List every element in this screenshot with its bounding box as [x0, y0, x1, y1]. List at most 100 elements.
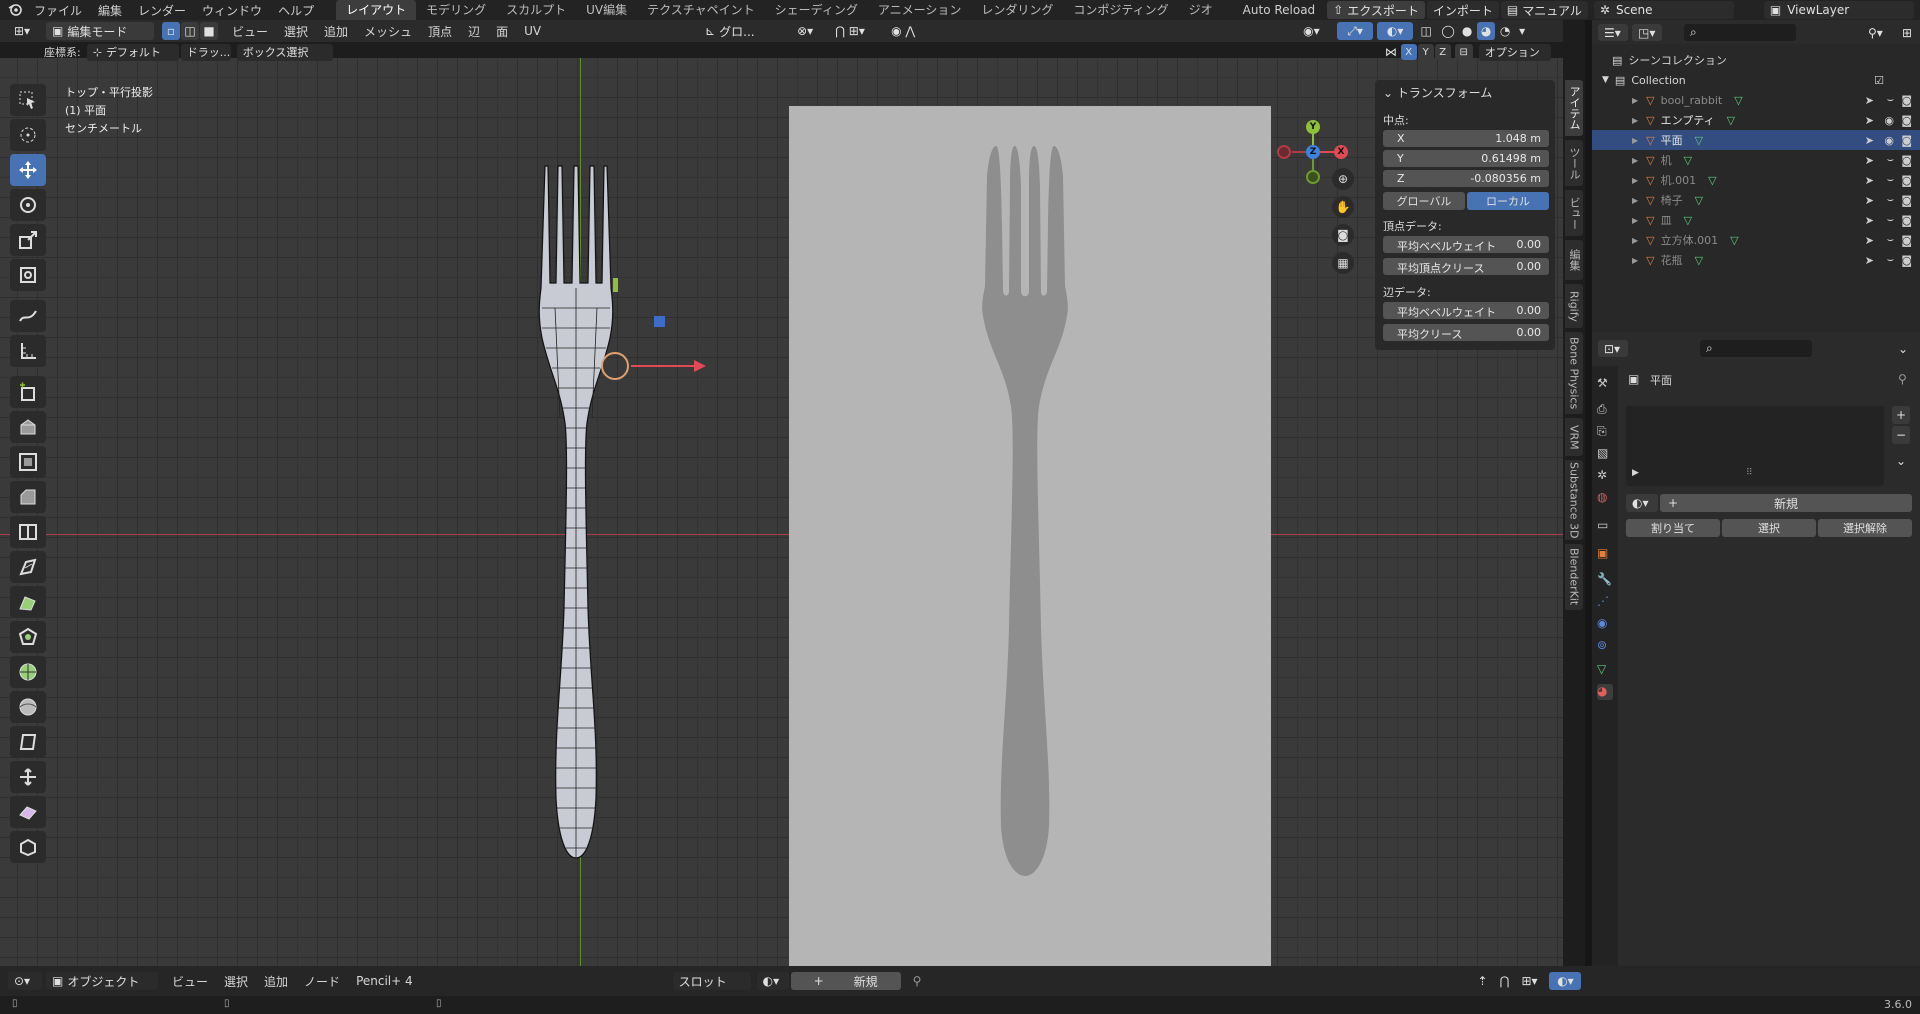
face-select-icon[interactable]: ■	[200, 22, 218, 40]
tab-blenderkit[interactable]: BlenderKit	[1565, 544, 1583, 610]
editor-type-dropdown[interactable]: ⊞▾	[8, 22, 42, 40]
tab-modeling[interactable]: モデリング	[416, 0, 496, 20]
expand-right-icon[interactable]: ▶	[1632, 156, 1638, 165]
snap-target-icon[interactable]: ⊞▾	[1515, 972, 1545, 990]
tab-substance-3d[interactable]: Substance 3D	[1565, 460, 1583, 540]
selectable-arrow-icon[interactable]: ➤	[1865, 254, 1874, 267]
outliner-row[interactable]: ▶ ▽ 皿 ▽ ➤ ⌣ ◙	[1592, 210, 1920, 230]
selectable-arrow-icon[interactable]: ➤	[1865, 134, 1874, 147]
rip-tool-icon[interactable]	[10, 761, 46, 793]
tab-bone-physics[interactable]: Bone Physics	[1565, 332, 1583, 414]
extrude-tool-icon[interactable]	[10, 411, 46, 443]
cursor-tool-icon[interactable]	[10, 119, 46, 151]
box-select-dropdown[interactable]: ボックス選択	[236, 43, 333, 61]
add-box-tool-icon[interactable]	[10, 831, 46, 863]
outliner-row[interactable]: ▶ ▽ 机.001 ▽ ➤ ⌣ ◙	[1592, 170, 1920, 190]
tab-view[interactable]: ビュー	[1565, 190, 1583, 236]
visibility-eye-icon[interactable]: ⌣	[1887, 93, 1894, 107]
median-y-field[interactable]: Y 0.61498 m	[1383, 150, 1549, 167]
y-move-handle[interactable]	[613, 278, 618, 292]
tab-rigify[interactable]: Rigify	[1565, 284, 1583, 328]
visibility-eye-icon[interactable]: ⌣	[1887, 173, 1894, 187]
menu-edge[interactable]: 辺	[460, 23, 488, 40]
edge-select-icon[interactable]: ◫	[181, 22, 199, 40]
area-divider[interactable]	[1585, 20, 1592, 996]
edge-slide-tool-icon[interactable]	[10, 796, 46, 828]
material-tab-icon[interactable]: ◕	[1597, 684, 1613, 700]
deselect-button[interactable]: 選択解除	[1818, 519, 1912, 537]
mirror-butterfly-icon[interactable]: ⋈	[1383, 44, 1399, 60]
transform-pivot-circle[interactable]	[601, 352, 629, 380]
view-layer-selector[interactable]: ▣ ViewLayer	[1763, 1, 1914, 19]
outliner-search-input[interactable]: ⌕	[1684, 24, 1796, 41]
menu-help[interactable]: ヘルプ	[270, 2, 322, 19]
menu-window[interactable]: ウィンドウ	[194, 2, 270, 19]
tab-uv-editing[interactable]: UV編集	[576, 0, 637, 20]
expand-right-icon[interactable]: ▶	[1632, 236, 1638, 245]
scene-collection-row[interactable]: ▤ シーンコレクション	[1592, 50, 1920, 70]
3d-viewport[interactable]: Y Z X ⊕ ✋ ◙ ▦ トップ・平行投影 (1) 平面 センチメートル	[0, 58, 1563, 966]
particles-tab-icon[interactable]: ⋰	[1597, 594, 1613, 610]
add-slot-icon[interactable]: +	[1892, 406, 1910, 424]
shading-options-icon[interactable]: ▾	[1515, 22, 1530, 40]
shrink-fatten-tool-icon[interactable]	[10, 691, 46, 723]
rotate-tool-icon[interactable]	[10, 189, 46, 221]
tab-vrm[interactable]: VRM	[1565, 418, 1583, 456]
collection-row[interactable]: ▼ ▤ Collection ☑	[1592, 70, 1920, 90]
material-slot-list[interactable]: ▶ ⠿	[1626, 406, 1884, 486]
expand-down-icon[interactable]: ▼	[1602, 75, 1609, 85]
x-move-arrow[interactable]	[631, 365, 697, 367]
tab-animation[interactable]: アニメーション	[868, 0, 972, 20]
spin-tool-icon[interactable]	[10, 621, 46, 653]
expand-right-icon[interactable]: ▶	[1632, 116, 1638, 125]
export-button[interactable]: ⇧ エクスポート	[1327, 1, 1425, 19]
render-tab-icon[interactable]: ⎙	[1597, 402, 1613, 418]
move-tool-icon[interactable]	[10, 154, 46, 186]
menu-render[interactable]: レンダー	[130, 2, 194, 19]
xray-toggle-icon[interactable]: ◫	[1417, 22, 1436, 40]
vertex-select-icon[interactable]: ▫	[162, 22, 180, 40]
tab-texture-paint[interactable]: テクスチャペイント	[637, 0, 765, 20]
snap-bottom-icon[interactable]: ⋂	[1493, 972, 1513, 990]
menu-add[interactable]: 追加	[316, 23, 356, 40]
camera-icon[interactable]: ◙	[1332, 224, 1354, 246]
add-cube-tool-icon[interactable]	[10, 376, 46, 408]
proportional-edit-toggle[interactable]: ◉ ⋀	[885, 22, 928, 40]
new-material-button[interactable]: + 新規	[1660, 494, 1912, 512]
bottom-menu-view[interactable]: ビュー	[164, 973, 216, 990]
material-shading-icon[interactable]: ◕	[1477, 22, 1496, 40]
render-camera-icon[interactable]: ◙	[1901, 134, 1912, 147]
transform-tool-icon[interactable]	[10, 259, 46, 291]
snap-toggle[interactable]: ⋂ ⊞▾	[829, 22, 882, 40]
mirror-y-toggle[interactable]: Y	[1417, 44, 1434, 60]
tab-edit[interactable]: 編集	[1565, 240, 1583, 280]
annotate-tool-icon[interactable]	[10, 300, 46, 332]
pin-icon[interactable]: ⚲	[1898, 372, 1907, 386]
expand-right-icon[interactable]: ▶	[1632, 256, 1638, 265]
menu-vertex[interactable]: 頂点	[420, 23, 460, 40]
z-axis-icon[interactable]: Z	[1306, 145, 1320, 159]
topology-mirror-icon[interactable]: ⊟	[1454, 44, 1473, 60]
edge-crease-field[interactable]: 平均クリース 0.00	[1383, 324, 1549, 341]
props-search-input[interactable]: ⌕	[1700, 340, 1812, 357]
pin-icon[interactable]: ⚲	[913, 974, 922, 988]
overlay-bottom-toggle[interactable]: ◐▾	[1549, 972, 1582, 990]
select-box-tool-icon[interactable]	[10, 84, 46, 116]
browse-material-icon[interactable]: ◐▾	[1626, 494, 1658, 512]
render-camera-icon[interactable]: ◙	[1901, 194, 1912, 207]
vertex-bevel-weight-field[interactable]: 平均ベベルウェイト 0.00	[1383, 236, 1549, 253]
display-mode-icon[interactable]: ◳▾	[1632, 24, 1662, 41]
data-tab-icon[interactable]: ▽	[1597, 662, 1613, 678]
filter-icon[interactable]: ⚲▾	[1862, 24, 1892, 41]
expand-right-icon[interactable]: ▶	[1632, 468, 1639, 478]
bottom-menu-select[interactable]: 選択	[216, 973, 256, 990]
reference-image-plane[interactable]	[789, 106, 1271, 966]
assign-button[interactable]: 割り当て	[1626, 519, 1720, 537]
knife-tool-icon[interactable]	[10, 551, 46, 583]
selectable-arrow-icon[interactable]: ➤	[1865, 194, 1874, 207]
zoom-icon[interactable]: ⊕	[1332, 168, 1354, 190]
remove-slot-icon[interactable]: −	[1892, 426, 1910, 444]
tab-rendering[interactable]: レンダリング	[971, 0, 1063, 20]
neg-x-axis-icon[interactable]	[1277, 145, 1291, 159]
navigation-gizmo[interactable]: Y Z X	[1272, 116, 1362, 206]
